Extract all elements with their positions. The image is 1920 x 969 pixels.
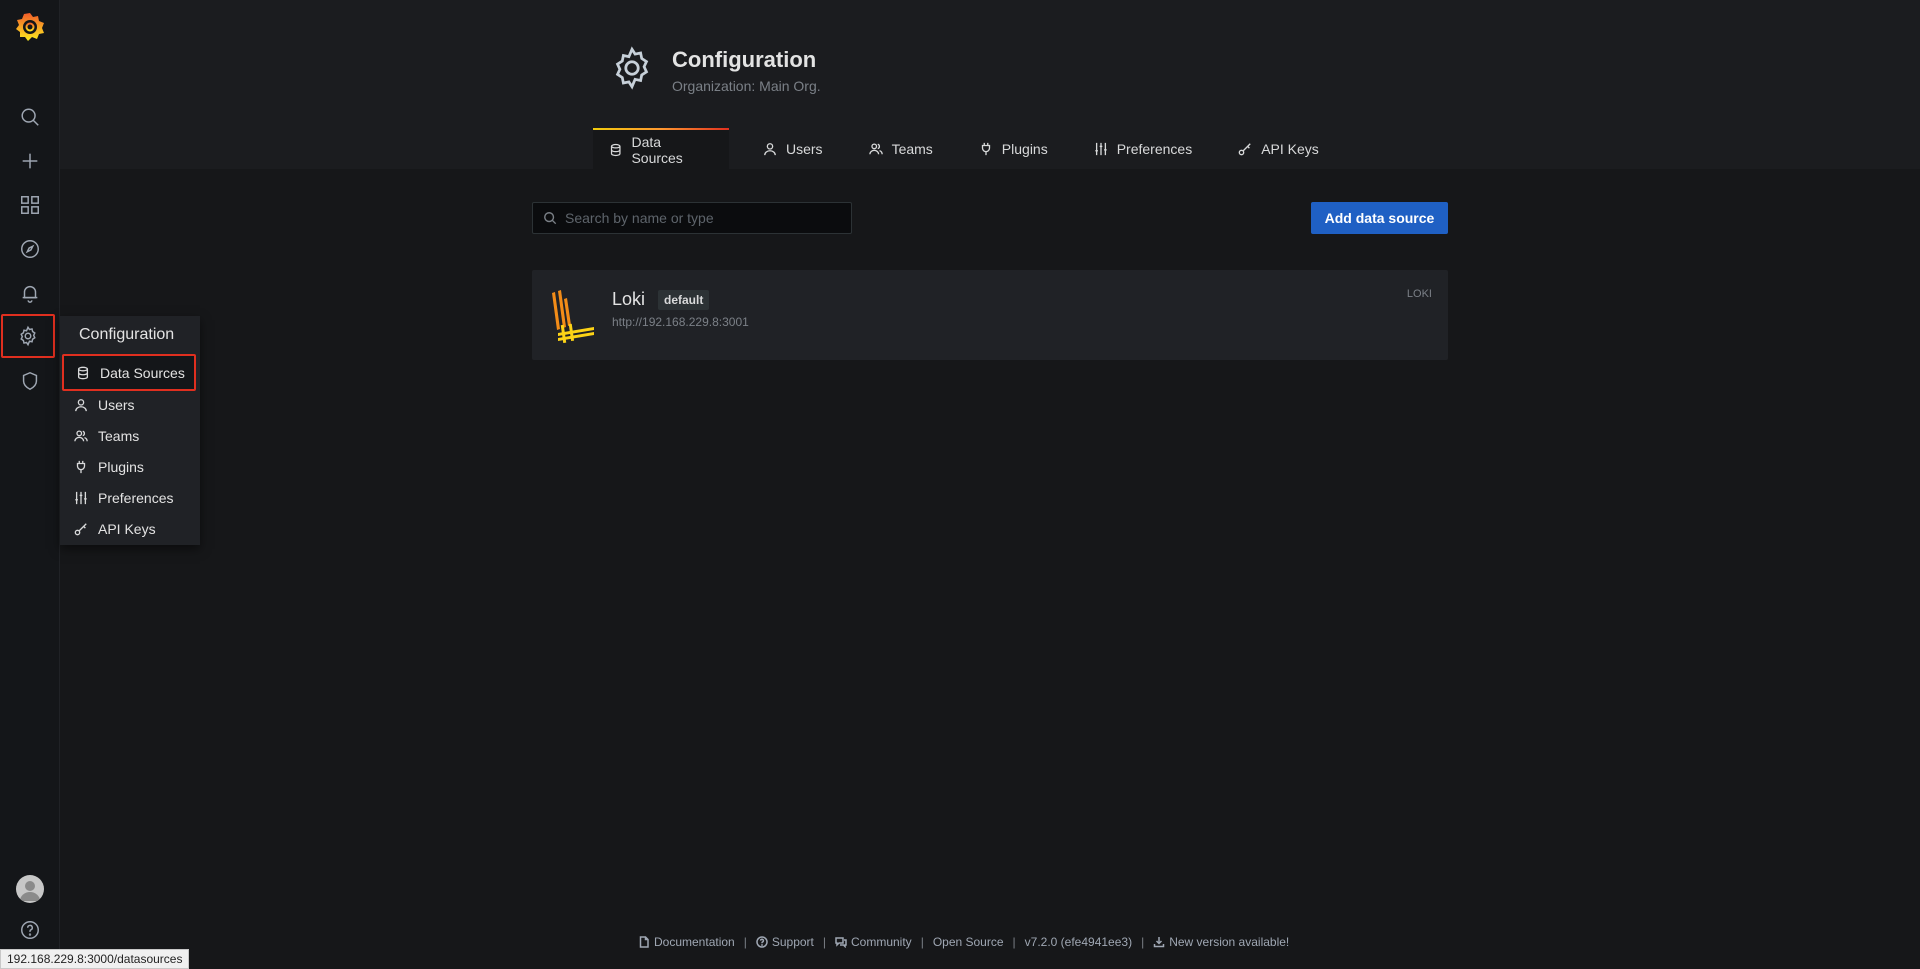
tab-label: Preferences xyxy=(1116,140,1193,157)
database-icon xyxy=(610,143,621,156)
footer-separator: | xyxy=(1012,935,1016,949)
plug-icon xyxy=(981,142,990,155)
datasource-type: LOKI xyxy=(1406,288,1432,300)
footer-separator: | xyxy=(822,935,826,949)
tab-label: API Keys xyxy=(1261,140,1319,157)
footer-item-label: Support xyxy=(771,935,814,949)
question-circle-icon xyxy=(756,936,768,948)
search-box xyxy=(532,202,852,234)
tab-users[interactable]: Users xyxy=(747,128,839,169)
users-icon xyxy=(868,142,883,154)
footer-version: v7.2.0 (efe4941ee3) xyxy=(1025,935,1132,949)
grafana-logo-icon[interactable] xyxy=(13,10,47,44)
shield-icon[interactable] xyxy=(0,359,60,403)
footer-item-label: v7.2.0 (efe4941ee3) xyxy=(1024,935,1133,949)
footer-support-link[interactable]: Support xyxy=(756,935,814,949)
tab-preferences[interactable]: Preferences xyxy=(1078,128,1208,169)
search-icon xyxy=(544,212,557,225)
document-icon xyxy=(639,936,649,948)
gear-icon xyxy=(610,46,654,90)
default-badge: default xyxy=(658,290,710,310)
page-subtitle: Organization: Main Org. xyxy=(672,78,821,94)
datasource-card-loki[interactable]: Loki default http://192.168.229.8:3001 L… xyxy=(532,270,1448,360)
footer-documentation-link[interactable]: Documentation xyxy=(638,935,735,949)
add-data-source-button[interactable]: Add data source xyxy=(1311,202,1448,234)
flyout-item-label: Users xyxy=(98,396,135,413)
comments-icon xyxy=(835,937,847,948)
download-icon xyxy=(1153,937,1165,948)
page-header: Configuration Organization: Main Org. Da… xyxy=(60,0,1920,169)
flyout-item-teams[interactable]: Teams xyxy=(62,421,196,450)
flyout-item-users[interactable]: Users xyxy=(62,390,196,419)
database-icon xyxy=(77,366,89,379)
configuration-flyout-menu: Configuration Data Sources Users Teams P… xyxy=(60,316,200,545)
flyout-item-plugins[interactable]: Plugins xyxy=(62,452,196,481)
sidebar xyxy=(0,0,60,969)
plug-icon xyxy=(76,460,86,473)
flyout-item-label: Teams xyxy=(98,427,140,444)
datasource-name: Loki xyxy=(612,289,646,309)
footer-new-version-link[interactable]: New version available! xyxy=(1153,935,1289,949)
flyout-item-label: API Keys xyxy=(98,520,156,537)
footer: Documentation | Support | Community | Op… xyxy=(0,934,1920,950)
footer-item-label: Documentation xyxy=(654,935,735,949)
bell-icon[interactable] xyxy=(0,271,60,315)
flyout-item-label: Preferences xyxy=(98,489,174,506)
grid-icon[interactable] xyxy=(0,183,60,227)
avatar[interactable] xyxy=(16,875,44,903)
tab-label: Data Sources xyxy=(631,133,683,166)
compass-icon[interactable] xyxy=(0,227,60,271)
footer-separator: | xyxy=(743,935,747,949)
flyout-item-api-keys[interactable]: API Keys xyxy=(62,514,196,543)
user-icon xyxy=(75,398,87,411)
tab-label: Teams xyxy=(891,140,933,157)
footer-item-label: New version available! xyxy=(1169,935,1290,949)
browser-status-url: 192.168.229.8:3000/datasources xyxy=(0,949,190,969)
tab-api-keys[interactable]: API Keys xyxy=(1222,128,1335,169)
footer-item-label: Open Source xyxy=(932,935,1004,949)
tab-plugins[interactable]: Plugins xyxy=(963,128,1064,169)
plus-icon[interactable] xyxy=(0,139,60,183)
footer-separator: | xyxy=(1141,935,1145,949)
tab-teams[interactable]: Teams xyxy=(853,128,949,169)
tab-label: Plugins xyxy=(1001,140,1048,157)
key-icon xyxy=(1238,142,1251,155)
flyout-item-preferences[interactable]: Preferences xyxy=(62,483,196,512)
users-icon xyxy=(74,429,88,441)
datasource-url: http://192.168.229.8:3001 xyxy=(612,315,749,329)
footer-open-source-link[interactable]: Open Source xyxy=(933,935,1004,949)
tab-bar: Data Sources Users Teams Plugins Prefere… xyxy=(593,128,1335,169)
gear-icon[interactable] xyxy=(1,314,55,358)
footer-community-link[interactable]: Community xyxy=(835,935,912,949)
sliders-icon xyxy=(1095,142,1107,155)
key-icon xyxy=(74,522,87,535)
flyout-item-label: Plugins xyxy=(98,458,144,475)
footer-item-label: Community xyxy=(851,935,912,949)
flyout-item-data-sources[interactable]: Data Sources xyxy=(62,354,196,391)
loki-logo-icon xyxy=(548,287,596,344)
flyout-title[interactable]: Configuration xyxy=(79,326,174,344)
user-icon xyxy=(764,142,776,155)
search-icon[interactable] xyxy=(0,95,60,139)
search-input[interactable] xyxy=(565,210,835,226)
tab-data-sources[interactable]: Data Sources xyxy=(593,128,729,169)
tab-label: Users xyxy=(786,140,823,157)
page-title: Configuration xyxy=(672,47,817,72)
sliders-icon xyxy=(75,491,87,504)
flyout-item-label: Data Sources xyxy=(100,364,185,381)
footer-separator: | xyxy=(920,935,924,949)
